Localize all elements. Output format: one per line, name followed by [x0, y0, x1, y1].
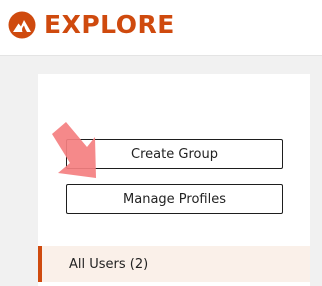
- manage-profiles-button[interactable]: Manage Profiles: [66, 184, 283, 214]
- brand-title: EXPLORE: [44, 10, 175, 39]
- list-item-label: All Users (2): [69, 256, 149, 272]
- create-group-button[interactable]: Create Group: [66, 139, 283, 169]
- flame-icon: [8, 11, 36, 39]
- app-header: EXPLORE: [0, 0, 322, 56]
- user-panel: Create Group Manage Profiles All Users (…: [38, 74, 310, 286]
- list-item-all-users[interactable]: All Users (2): [38, 246, 310, 282]
